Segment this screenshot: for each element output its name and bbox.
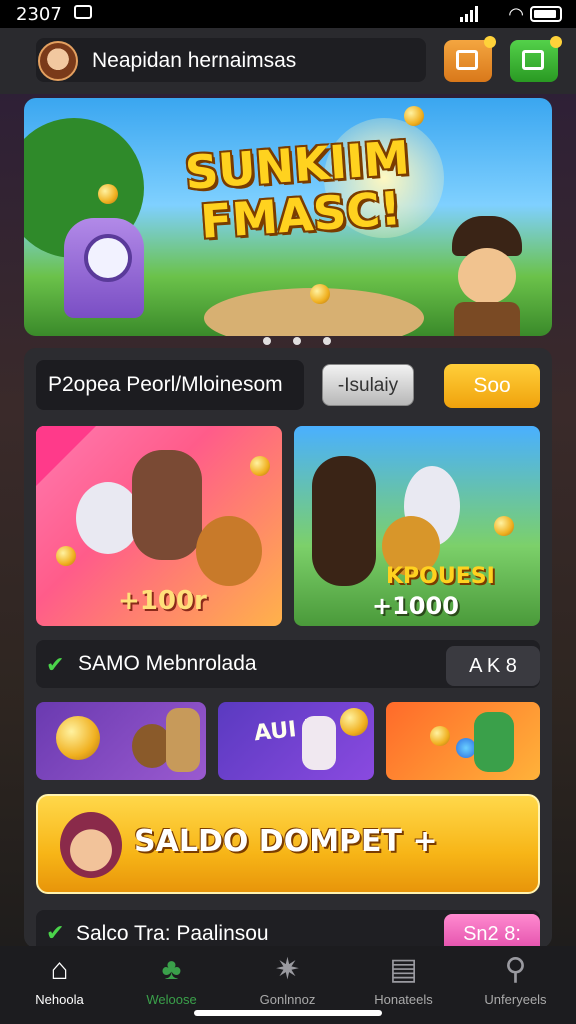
coin-icon: [250, 456, 270, 476]
carousel-dot[interactable]: [293, 337, 301, 345]
section-title-2: Salco Tra: Paalinsou: [76, 922, 269, 945]
status-bar: 2307 ◠: [0, 0, 576, 28]
profile-bar[interactable]: Neapidan hernaimsas: [36, 38, 426, 82]
username-label: Neapidan hernaimsas: [92, 49, 297, 72]
gift-icon: [456, 50, 478, 70]
robot-character-art: [64, 218, 144, 318]
adventurer-character-art: [432, 216, 542, 336]
gem-icon: [456, 738, 476, 758]
section-title: SAMO Mebnrolada: [78, 652, 257, 675]
screenshot-icon: [74, 5, 92, 19]
corner-badge: [36, 426, 96, 486]
check-icon: ✔: [46, 652, 65, 677]
coin-icon: [430, 726, 450, 746]
bear-character-art: [196, 516, 262, 586]
banner-title: SUNKIIM FMASC!: [161, 130, 437, 250]
kid-character-art: [312, 456, 376, 586]
mascot-avatar-icon: [60, 812, 122, 878]
coin-icon: [56, 546, 76, 566]
search-icon: ⚲: [504, 953, 527, 986]
card-reward-amount: +1000: [372, 592, 459, 620]
notification-dot: [484, 36, 496, 48]
club-icon: ♣: [161, 953, 182, 986]
nav-label: Honateels: [374, 992, 433, 1007]
section-action-button[interactable]: A K 8: [446, 646, 540, 686]
nav-club[interactable]: ♣ Weloose: [114, 952, 229, 1007]
nav-label: Gonlnnoz: [259, 992, 316, 1007]
jester-character-art: [474, 712, 514, 772]
mini-game-card-3[interactable]: [386, 702, 540, 780]
ghost-character-art: [76, 482, 140, 554]
cat-character-art: [302, 716, 336, 770]
home-icon: ⌂: [50, 953, 69, 986]
wallet-balance-label: SALDO DOMPET +: [134, 824, 438, 859]
coin-icon: [310, 284, 330, 304]
hero-banner[interactable]: SUNKIIM FMASC!: [24, 98, 552, 336]
adventurer-character-art: [166, 708, 200, 772]
notification-dot: [550, 36, 562, 48]
check-icon: ✔: [46, 920, 65, 945]
coin-icon: [340, 708, 368, 736]
nav-label: Nehoola: [35, 992, 84, 1007]
avatar[interactable]: [38, 41, 78, 81]
coin-icon: [404, 106, 424, 126]
boy-character-art: [132, 450, 202, 560]
battery-icon: [530, 6, 562, 22]
compass-icon: ✷: [274, 953, 301, 986]
primary-button[interactable]: Soo: [444, 364, 540, 408]
mini-game-card-1[interactable]: [36, 702, 206, 780]
wallet-balance-button[interactable]: SALDO DOMPET +: [36, 794, 540, 894]
nav-home[interactable]: ⌂ Nehoola: [2, 952, 117, 1007]
document-icon: ▤: [389, 953, 418, 986]
wifi-icon: ◠: [508, 4, 524, 24]
wallet-icon: [522, 50, 544, 70]
nav-label: Unferyeels: [484, 992, 547, 1007]
mini-game-card-2[interactable]: AUI P: [218, 702, 374, 780]
coin-stack-icon: [56, 716, 100, 760]
wallet-button[interactable]: [510, 36, 562, 82]
nav-search[interactable]: ⚲ Unferyeels: [458, 952, 573, 1007]
promo-field[interactable]: P2opea Peorl/Mloinesom: [36, 360, 304, 410]
status-time: 2307: [16, 4, 62, 25]
home-indicator[interactable]: [194, 1010, 382, 1016]
card-tag: KPOUESI: [386, 564, 495, 589]
game-card-2[interactable]: KPOUESI +1000: [294, 426, 540, 626]
signal-icon: [460, 6, 480, 22]
nav-compass[interactable]: ✷ Gonlnnoz: [230, 952, 345, 1007]
promo-field-text: P2opea Peorl/Mloinesom: [48, 373, 283, 396]
gift-button[interactable]: [444, 36, 496, 82]
secondary-button[interactable]: -Isulaiy: [322, 364, 414, 406]
card-reward-amount: +100r: [118, 586, 207, 616]
carousel-dot[interactable]: [323, 337, 331, 345]
coin-icon: [494, 516, 514, 536]
nav-label: Weloose: [146, 992, 197, 1007]
nav-documents[interactable]: ▤ Honateels: [346, 952, 461, 1007]
carousel-dot[interactable]: [263, 337, 271, 345]
coin-icon: [98, 184, 118, 204]
game-card-1[interactable]: +100r: [36, 426, 282, 626]
